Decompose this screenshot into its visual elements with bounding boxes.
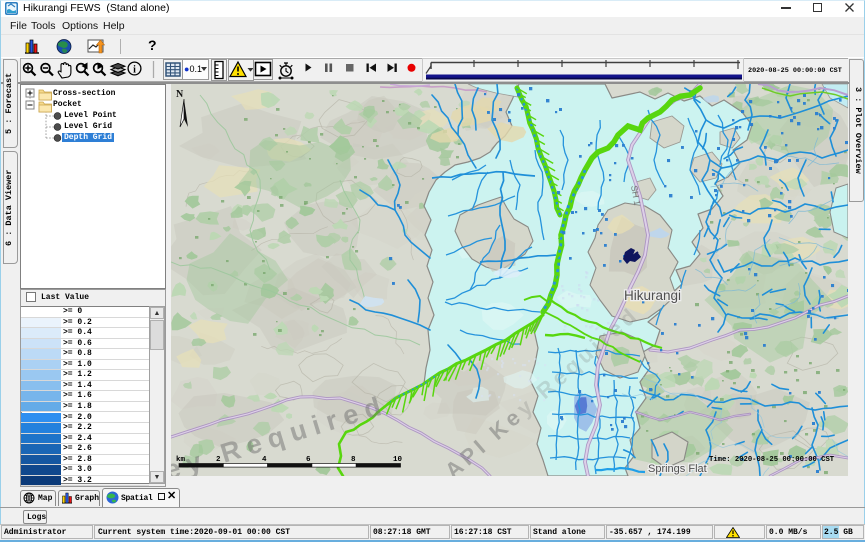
svg-text:4: 4 (262, 456, 267, 464)
svg-text:Time: 2020-08-25 00:00:00 CST: Time: 2020-08-25 00:00:00 CST (709, 456, 835, 464)
svg-text:Hikurangi: Hikurangi (624, 288, 681, 303)
svg-text:8: 8 (351, 456, 356, 464)
svg-text:10: 10 (393, 456, 403, 464)
svg-text:km: km (176, 456, 186, 464)
svg-text:2: 2 (216, 456, 221, 464)
svg-text:6: 6 (306, 456, 311, 464)
svg-text:N: N (176, 89, 184, 100)
svg-text:i: i (133, 64, 136, 75)
svg-text:Springs Flat: Springs Flat (648, 463, 707, 475)
